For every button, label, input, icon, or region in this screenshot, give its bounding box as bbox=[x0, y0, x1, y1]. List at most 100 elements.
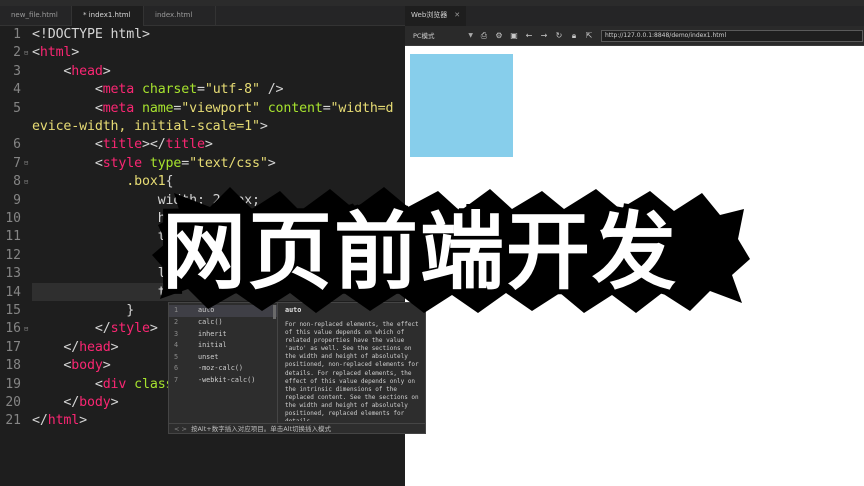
fold-marker-icon[interactable]: ⊟ bbox=[24, 159, 28, 167]
tag-name: html bbox=[39, 45, 72, 61]
css-property: t bbox=[157, 229, 166, 245]
back-icon[interactable]: ← bbox=[523, 30, 535, 42]
autocomplete-item[interactable]: 7 -webkit-calc() bbox=[169, 375, 277, 387]
code-line-17: </head> bbox=[32, 339, 118, 358]
tag-name: html bbox=[47, 413, 80, 429]
line-number: 18 bbox=[5, 358, 21, 374]
lock-icon[interactable]: 🔒︎ bbox=[568, 30, 580, 42]
line-number: 3 bbox=[13, 63, 21, 79]
footer-hint: 按Alt+数字插入对应项目。单击Alt切换插入模式 bbox=[190, 425, 332, 433]
punc: > bbox=[204, 137, 213, 153]
line-number-gutter: 1 2 3 4 5 6 7 8 9 10 11 12 13 14 15 16 1… bbox=[0, 26, 30, 486]
tag-name: title bbox=[165, 137, 205, 153]
punc: </ bbox=[94, 321, 111, 337]
item-label: unset bbox=[198, 352, 219, 361]
item-label: -webkit-calc() bbox=[198, 376, 256, 384]
line-number: 1 bbox=[13, 27, 21, 42]
line-number: 7 bbox=[13, 155, 21, 171]
close-icon[interactable]: ✕ bbox=[454, 11, 460, 19]
punc: { bbox=[165, 174, 174, 190]
item-index: 6 bbox=[174, 364, 179, 373]
line-number: 6 bbox=[13, 137, 21, 153]
fold-marker-icon[interactable]: ⊟ bbox=[24, 178, 28, 186]
tag-name: head bbox=[71, 63, 103, 79]
browser-viewport bbox=[405, 47, 864, 486]
punc: > bbox=[110, 339, 119, 355]
line-number: 20 bbox=[5, 395, 21, 410]
code-line-18: <body> bbox=[32, 357, 111, 376]
item-index: 2 bbox=[174, 318, 179, 326]
autocomplete-scrollbar[interactable] bbox=[273, 305, 276, 319]
item-label: initial bbox=[198, 341, 227, 350]
open-external-icon[interactable]: ⇱ bbox=[583, 30, 595, 42]
capture-icon[interactable]: ▣ bbox=[508, 30, 520, 42]
punc: </ bbox=[63, 339, 80, 355]
punc: /> bbox=[259, 82, 284, 98]
autocomplete-item[interactable]: 5 unset bbox=[169, 352, 277, 364]
punc: </ bbox=[32, 413, 48, 429]
settings-icon[interactable]: ⚙ bbox=[493, 30, 505, 42]
line-number: 4 bbox=[13, 82, 21, 98]
tab-index[interactable]: index.html bbox=[144, 6, 216, 26]
tag-name: meta bbox=[102, 100, 135, 116]
tab-new-file[interactable]: new_file.html bbox=[0, 6, 72, 26]
punc: > bbox=[259, 119, 268, 134]
autocomplete-item[interactable]: 3 inherit bbox=[169, 329, 277, 341]
attr-name: charset bbox=[141, 82, 197, 98]
tag-name: style bbox=[102, 155, 142, 171]
attr-value: evice-width, initial-scale=1" bbox=[32, 119, 260, 134]
line-number: 10 bbox=[5, 211, 21, 226]
code-line-9: width: 200px; bbox=[32, 192, 260, 211]
line-number: 15 bbox=[5, 303, 21, 318]
doc-description: For non-replaced elements, the effect of… bbox=[285, 321, 419, 421]
css-property: p bbox=[157, 247, 166, 263]
box1-rendered bbox=[410, 54, 513, 157]
forward-icon[interactable]: → bbox=[538, 30, 550, 42]
tag-name: body bbox=[79, 395, 111, 410]
autocomplete-item[interactable]: 1 auto bbox=[169, 305, 277, 317]
attr-value: "text/css" bbox=[189, 155, 268, 171]
item-index: 3 bbox=[174, 329, 179, 338]
tag-name: head bbox=[79, 339, 111, 355]
code-line-5-wrap: evice-width, initial-scale=1"> bbox=[32, 118, 268, 137]
screenshot-icon[interactable]: ⎙ bbox=[478, 30, 490, 42]
code-line-1: <!DOCTYPE html> bbox=[32, 26, 150, 45]
autocomplete-footer: < > 按Alt+数字插入对应项目。单击Alt切换插入模式 bbox=[169, 423, 425, 434]
line-number: 5 bbox=[13, 100, 21, 116]
code-line-11: t bbox=[32, 228, 166, 247]
autocomplete-item[interactable]: 2 calc() bbox=[169, 317, 277, 329]
browser-tab-label: Web浏览器 bbox=[411, 11, 448, 19]
code-line-4: <meta charset="utf-8" /> bbox=[32, 81, 284, 100]
css-selector: .box1 bbox=[126, 174, 166, 190]
autocomplete-item[interactable]: 6 -moz-calc() bbox=[169, 363, 277, 375]
refresh-icon[interactable]: ↻ bbox=[553, 30, 565, 42]
line-number: 11 bbox=[5, 229, 21, 245]
line-number: 13 bbox=[5, 266, 21, 282]
autocomplete-item[interactable]: 4 initial bbox=[169, 340, 277, 352]
tag-name: style bbox=[110, 321, 150, 337]
punc: > bbox=[102, 358, 111, 374]
punc: = bbox=[181, 155, 190, 171]
line-number: 21 bbox=[5, 413, 21, 429]
line-number: 2 bbox=[13, 45, 21, 61]
url-bar[interactable]: http://127.0.0.1:8848/demo/index1.html bbox=[601, 30, 863, 42]
tab-web-browser[interactable]: Web浏览器 ✕ bbox=[405, 6, 467, 26]
fold-marker-icon[interactable]: ⊟ bbox=[24, 49, 28, 57]
punc: < bbox=[94, 82, 103, 98]
attr-name: name bbox=[141, 100, 174, 116]
code-line-3: <head> bbox=[32, 63, 110, 82]
line-number: 12 bbox=[5, 247, 21, 263]
tab-index1[interactable]: * index1.html bbox=[72, 6, 144, 26]
item-index: 1 bbox=[174, 306, 179, 314]
device-mode-select[interactable]: PC模式 ▼ bbox=[409, 30, 475, 42]
code-line-12: p bbox=[32, 247, 166, 266]
punc: </ bbox=[63, 395, 80, 410]
code-line-10: h bbox=[32, 210, 166, 229]
fold-marker-icon[interactable]: ⊟ bbox=[24, 325, 28, 333]
item-index: 5 bbox=[174, 352, 179, 361]
line-number: 8 bbox=[13, 174, 21, 190]
punc: = bbox=[196, 82, 205, 98]
punc: < bbox=[94, 100, 103, 116]
punc: > bbox=[267, 155, 276, 171]
page-nav-icon[interactable]: < > bbox=[174, 425, 187, 433]
